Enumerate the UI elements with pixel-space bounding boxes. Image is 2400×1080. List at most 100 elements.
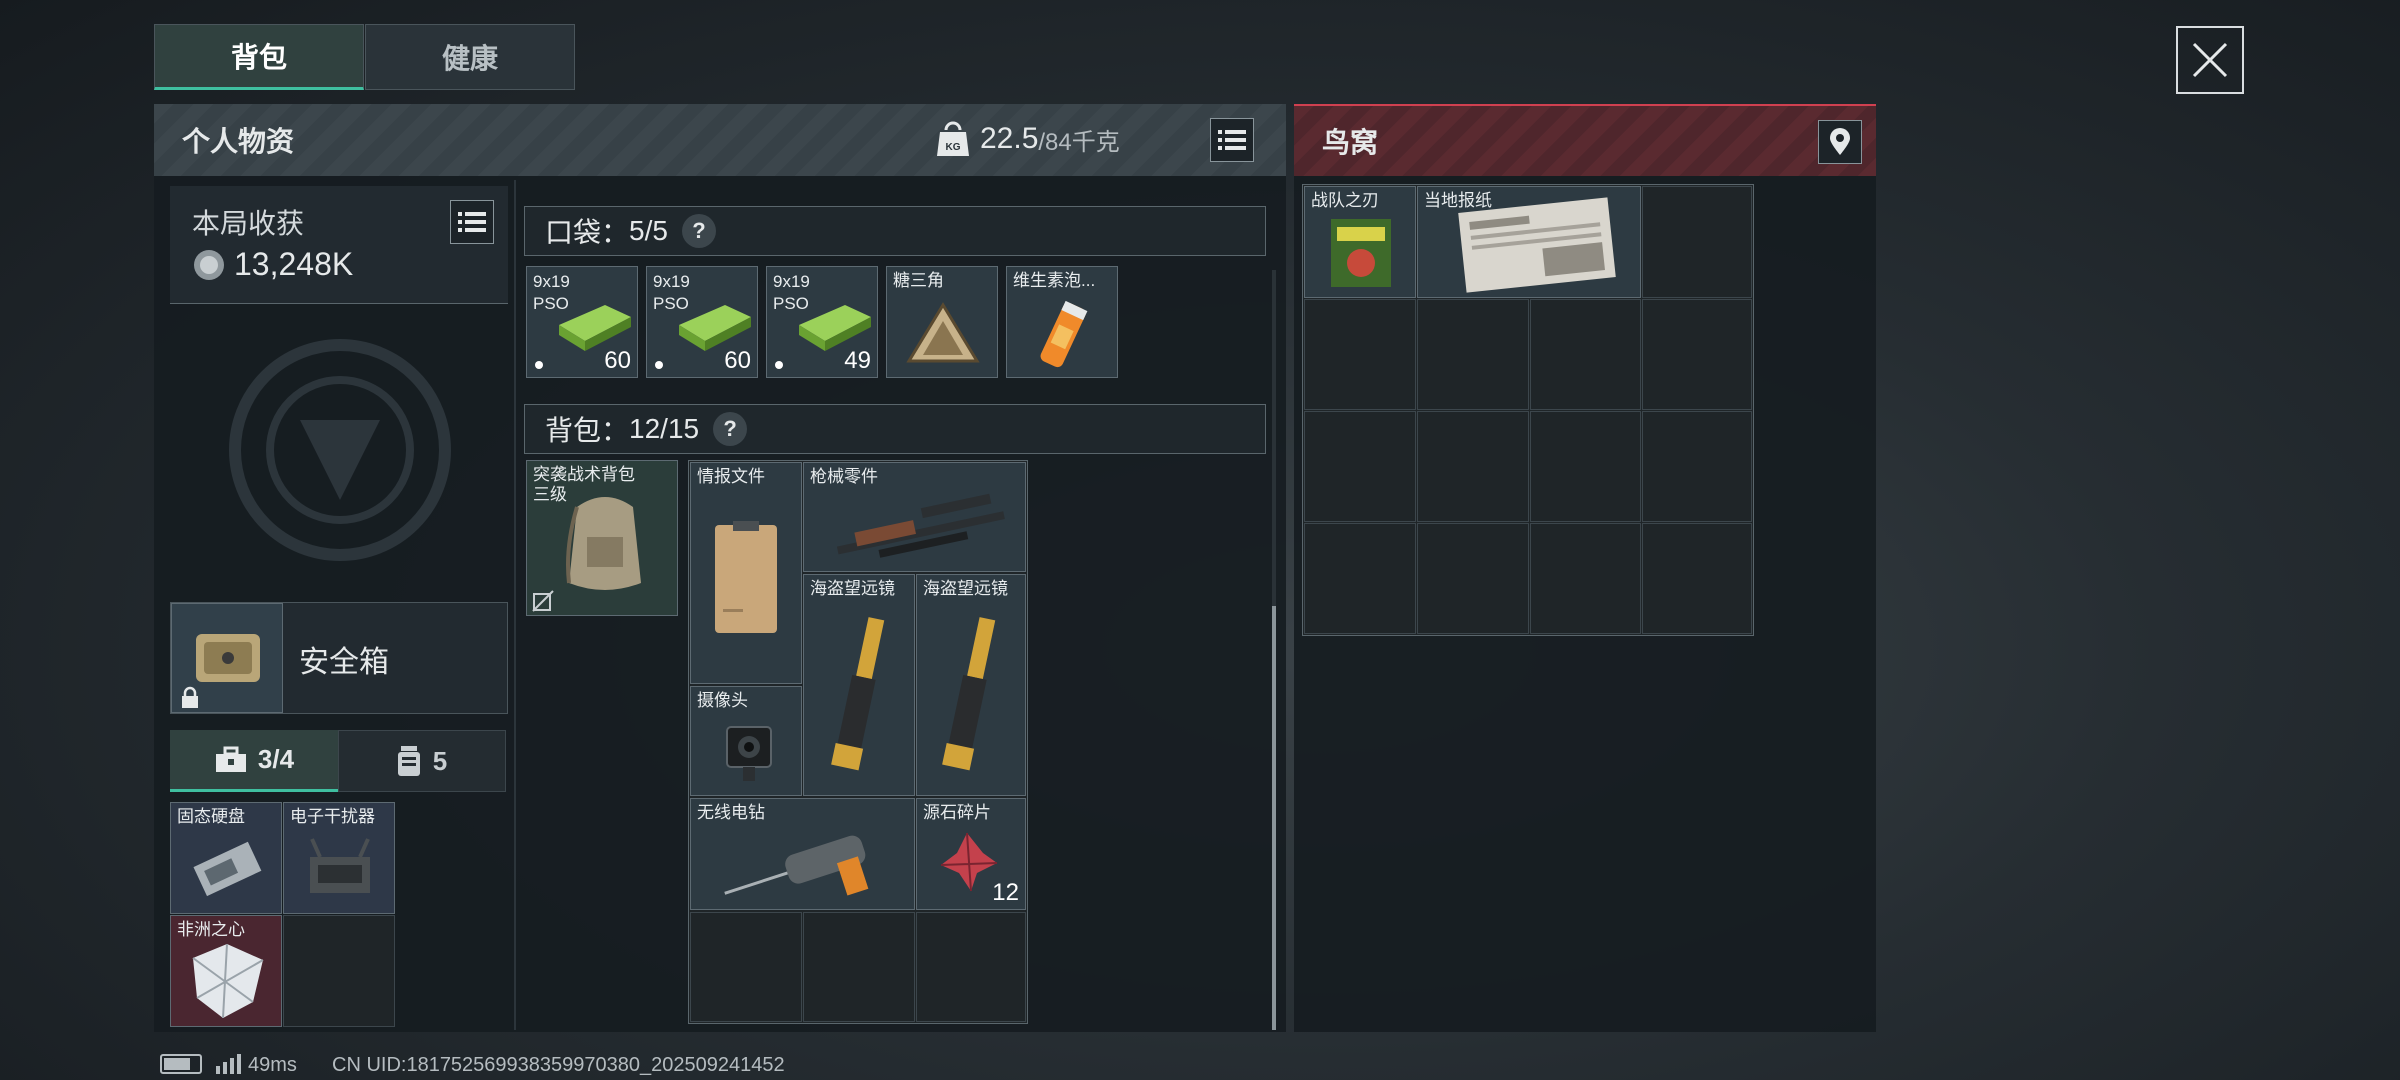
vitamin-tube-icon (1040, 300, 1088, 368)
list-icon (1218, 130, 1246, 150)
harvest-list-button[interactable] (450, 200, 494, 244)
subtab-safebox[interactable]: 3/4 (170, 730, 338, 792)
weight-icon: KG (937, 121, 969, 156)
toolbox-icon (215, 746, 246, 772)
empty-slot[interactable] (1530, 411, 1641, 522)
empty-slot[interactable] (1530, 523, 1641, 634)
empty-slot[interactable] (1304, 523, 1416, 634)
pocket-item-vitamin[interactable]: 维生素泡... (1006, 266, 1118, 378)
pocket-label: 口袋： (545, 217, 630, 248)
gun-parts-icon (836, 493, 1005, 558)
item-name: 糖三角 (893, 271, 944, 290)
item-heart-of-africa[interactable]: 非洲之心 (170, 915, 282, 1027)
ammo-dot (775, 361, 783, 369)
svg-text:KG: KG (946, 142, 961, 153)
item-name: 维生素泡... (1013, 271, 1096, 290)
loot-item-local-newspaper[interactable]: 当地报纸 (1417, 186, 1641, 298)
item-name: 电子干扰器 (290, 807, 375, 826)
pocket-item-ammo[interactable]: 9x19 PSO 60 (526, 266, 638, 378)
item-name: 战队之刃 (1311, 191, 1379, 210)
weight-indicator: KG 22.5 /84千克 (936, 120, 1120, 158)
empty-slot[interactable] (1642, 186, 1752, 298)
pocket-count: 5/5 (629, 215, 668, 246)
empty-slot[interactable] (690, 912, 802, 1022)
backpack-icon (566, 497, 641, 590)
coin-icon (194, 249, 224, 280)
backpack-help-button[interactable]: ? (713, 412, 748, 446)
backpack-item-cordless-drill[interactable]: 无线电钻 (690, 798, 915, 910)
backpack-item-pirate-telescope[interactable]: 海盗望远镜 (916, 574, 1026, 796)
ssd-icon (193, 841, 262, 897)
personal-title: 个人物资 (182, 126, 295, 157)
signal-icon (216, 1054, 241, 1074)
loot-title: 鸟窝 (1322, 127, 1379, 158)
pocket-item-ammo[interactable]: 9x19 PSO 49 (766, 266, 878, 378)
backpack-item-gun-parts[interactable]: 枪械零件 (803, 462, 1026, 572)
empty-slot[interactable] (803, 912, 915, 1022)
battery-icon (160, 1054, 202, 1074)
item-name: 源石碎片 (923, 803, 991, 822)
uid-text: CN UID:181752569938359970380_20250924145… (332, 1054, 785, 1076)
harvest-value: 13,248K (234, 246, 354, 282)
column-divider (514, 180, 516, 1030)
game-box-icon (1331, 219, 1391, 287)
ammo-box-icon (559, 305, 631, 351)
ping-value: 49ms (248, 1054, 297, 1076)
scrollbar-thumb[interactable] (1272, 606, 1276, 1030)
weight-current: 22.5 (980, 122, 1039, 155)
pocket-item-ammo[interactable]: 9x19 PSO 60 (646, 266, 758, 378)
equipped-backpack[interactable]: 突袭战术背包 三级 (526, 460, 678, 616)
safebox-row[interactable]: 安全箱 (170, 602, 508, 714)
item-name: 非洲之心 (177, 920, 245, 939)
item-name: 摄像头 (697, 691, 748, 710)
empty-slot[interactable] (916, 912, 1026, 1022)
close-button[interactable] (2176, 26, 2244, 94)
harvest-value-row: 13,248K (192, 246, 353, 283)
list-icon (458, 212, 486, 232)
backpack-label: 背包： (545, 415, 630, 446)
clipboard-icon (715, 521, 777, 633)
tab-label: 背包 (230, 42, 287, 73)
location-button[interactable] (1818, 120, 1862, 164)
empty-slot[interactable] (1304, 411, 1416, 522)
empty-slot[interactable] (283, 915, 395, 1027)
backpack-item-camera[interactable]: 摄像头 (690, 686, 802, 796)
harvest-box: 本局收获 13,248K (170, 186, 508, 304)
ammo-dot (655, 361, 663, 369)
subtab-storage-count: 5 (432, 745, 448, 776)
empty-slot[interactable] (1642, 523, 1752, 634)
loot-header: 鸟窝 (1294, 104, 1876, 176)
item-count: 49 (844, 347, 871, 374)
item-count: 60 (604, 347, 631, 374)
empty-slot[interactable] (1417, 299, 1529, 410)
item-jammer[interactable]: 电子干扰器 (283, 802, 395, 914)
backpack-count: 12/15 (629, 413, 700, 444)
tab-health[interactable]: 健康 (365, 24, 575, 90)
backpack-item-pirate-telescope[interactable]: 海盗望远镜 (803, 574, 915, 796)
item-ssd[interactable]: 固态硬盘 (170, 802, 282, 914)
item-name: 海盗望远镜 (810, 579, 895, 598)
loot-item-team-blade[interactable]: 战队之刃 (1304, 186, 1416, 298)
empty-slot[interactable] (1417, 411, 1529, 522)
empty-slot[interactable] (1530, 299, 1641, 410)
pocket-help-button[interactable]: ? (681, 214, 716, 248)
empty-slot[interactable] (1642, 299, 1752, 410)
harvest-label: 本局收获 (192, 208, 305, 239)
pocket-item-sugar-triangle[interactable]: 糖三角 (886, 266, 998, 378)
empty-slot[interactable] (1642, 411, 1752, 522)
tab-backpack[interactable]: 背包 (154, 24, 364, 90)
camera-icon (726, 726, 772, 781)
telescope-icon (942, 617, 996, 771)
item-name: 固态硬盘 (177, 807, 245, 826)
sort-list-button[interactable] (1210, 118, 1254, 162)
empty-slot[interactable] (1304, 299, 1416, 410)
subtab-storage[interactable]: 5 (338, 730, 506, 792)
ammo-dot (535, 361, 543, 369)
empty-slot[interactable] (1417, 523, 1529, 634)
backpack-item-intel-file[interactable]: 情报文件 (690, 462, 802, 684)
safebox-slot[interactable] (171, 603, 283, 713)
personal-header: 个人物资 KG 22.5 /84千克 (154, 104, 1286, 176)
backpack-item-originium-shard[interactable]: 源石碎片 12 (916, 798, 1026, 910)
pocket-section-header: 口袋： 5/5 ? (524, 206, 1266, 256)
backpack-section-header: 背包： 12/15 ? (524, 404, 1266, 454)
